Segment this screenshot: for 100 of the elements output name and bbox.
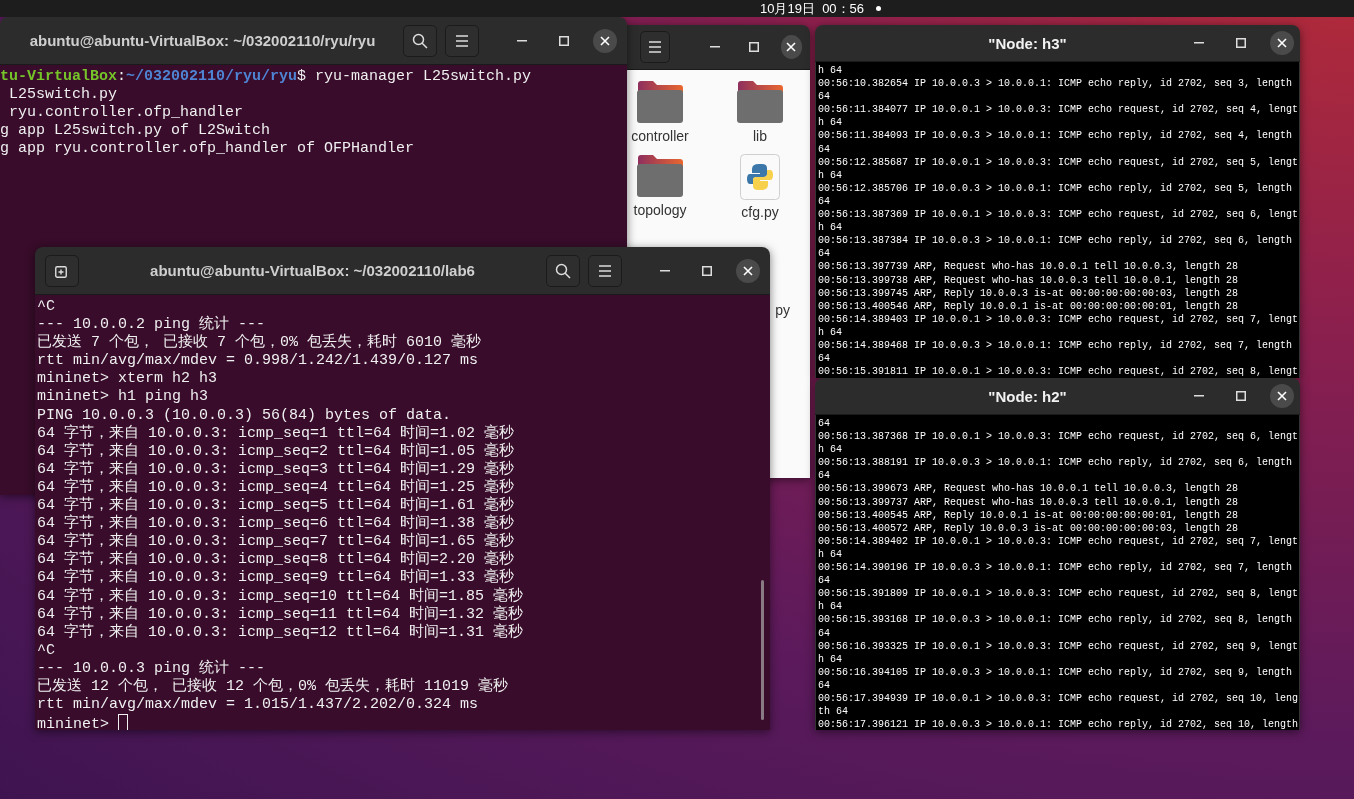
search-icon [555,262,571,279]
terminal-line: h 64 [818,600,842,614]
terminal-line: --- 10.0.0.2 ping 统计 --- [37,316,266,334]
terminal-line: 00:56:13.399737 ARP, Request who-has 10.0.0.3 tell 10.0.0.1, length 28 [818,495,1239,509]
terminal-line: 64 字节，来自 10.0.0.3: icmp_seq=4 ttl=64 时间=1.25 毫秒 [37,478,515,496]
menu-button[interactable] [445,24,479,57]
terminal-line: 00:56:13.399738 ARP, Request who-has 10.0.0.3 tell 10.0.0.1, length 28 [818,273,1239,287]
terminal-line: 00:56:12.385706 IP 10.0.0.3 > 10.0.0.1: ICMP echo reply, id 2702, seq 5, length [818,181,1293,195]
terminal-line: 64 字节，来自 10.0.0.3: icmp_seq=1 ttl=64 时间=1.02 毫秒 [37,424,515,442]
close-icon [743,265,753,276]
search-button[interactable] [546,254,580,287]
terminal-line: 64 [818,469,830,483]
terminal-line: 64 字节，来自 10.0.0.3: icmp_seq=6 ttl=64 时间=1.38 毫秒 [37,515,515,533]
terminal-line: L25switch.py [8,86,118,105]
terminal-line: h 64 [818,325,842,339]
file-name[interactable]: lib [753,128,767,144]
terminal-line: 00:56:13.399745 ARP, Reply 10.0.0.3 is-at 00:00:00:00:00:03, length 28 [818,286,1239,300]
terminal-line: h 64 [818,64,842,78]
window-title: "Node: h3" [987,34,1068,52]
terminal-line: 00:56:17.396121 IP 10.0.0.3 > 10.0.0.1: ICMP echo reply, id 2702, seq 10, length [818,718,1299,730]
close-button[interactable] [780,35,802,59]
terminal-line: 64 字节，来自 10.0.0.3: icmp_seq=8 ttl=64 时间=2.20 毫秒 [37,551,515,569]
new-tab-button[interactable] [45,254,79,287]
file-name[interactable]: controller [631,128,689,144]
minimize-icon [1194,42,1204,44]
terminal-line: 00:56:11.384077 IP 10.0.0.1 > 10.0.0.3: ICMP echo request, id 2702, seq 4, lengt [818,103,1299,117]
terminal-line: 64 [818,90,830,104]
menu-button[interactable] [639,31,671,63]
terminal-line: 64 字节，来自 10.0.0.3: icmp_seq=5 ttl=64 时间=1.61 毫秒 [37,497,515,515]
terminal-line: 00:56:10.382654 IP 10.0.0.3 > 10.0.0.1: ICMP echo reply, id 2702, seq 3, length [818,77,1293,91]
menu-button[interactable] [588,254,622,287]
terminal-line: ^C [37,298,55,317]
close-icon [1277,391,1287,401]
terminal-line: 00:56:15.391809 IP 10.0.0.1 > 10.0.0.3: ICMP echo request, id 2702, seq 8, lengt [818,587,1299,601]
terminal-line: h 64 [818,547,842,562]
close-button[interactable] [736,258,760,283]
terminal-line: 已发送 7 个包， 已接收 7 个包，0% 包丢失，耗时 6010 毫秒 [37,334,482,353]
minimize-icon [1194,395,1204,397]
close-icon [786,42,797,52]
terminal-line: g app L25switch.py of L2Switch [0,122,271,141]
window-title: "Node: h2" [987,387,1068,405]
menu-icon [648,41,662,53]
terminal-line: th 64 [818,705,848,719]
close-button[interactable] [1270,31,1294,55]
file-name[interactable]: topology [633,202,687,218]
terminal-line: 64 字节，来自 10.0.0.3: icmp_seq=3 ttl=64 时间=1.29 毫秒 [37,460,515,478]
minimize-icon [660,269,670,272]
terminal-line: h 64 [818,652,842,666]
maximize-icon [748,42,759,52]
file-name[interactable]: py [775,302,790,318]
terminal-line: 64 字节，来自 10.0.0.3: icmp_seq=12 ttl=64 时间=1.31 毫秒 [37,623,524,642]
terminal-line: 00:56:13.387384 IP 10.0.0.3 > 10.0.0.1: ICMP echo reply, id 2702, seq 6, length [818,234,1293,248]
terminal-line: h 64 [818,116,842,130]
minimize-icon [517,39,527,42]
terminal-line: 64 [818,678,830,692]
terminal-line: 64 [818,352,830,366]
terminal-line: 00:56:13.387368 IP 10.0.0.1 > 10.0.0.3: ICMP echo request, id 2702, seq 6, lengt [818,430,1299,444]
maximize-icon [559,35,569,46]
file-name[interactable]: cfg.py [741,204,779,220]
terminal-line: 00:56:17.394939 IP 10.0.0.1 > 10.0.0.3: ICMP echo request, id 2702, seq 10, leng [818,691,1299,706]
search-icon [412,32,428,49]
terminal-line: ^C [37,641,55,660]
clock[interactable]: 10月19日 00：56 [760,0,865,17]
scrollbar[interactable] [761,580,764,720]
terminal-line: --- 10.0.0.3 ping 统计 --- [37,659,266,677]
terminal-line: 已发送 12 个包， 已接收 12 个包，0% 包丢失，耗时 11019 毫秒 [37,677,509,697]
terminal-line: 00:56:14.389403 IP 10.0.0.1 > 10.0.0.3: ICMP echo request, id 2702, seq 7, lengt [818,312,1299,326]
maximize-icon [1236,38,1246,48]
close-icon [600,35,610,46]
terminal-line: 00:56:15.391811 IP 10.0.0.1 > 10.0.0.3: ICMP echo request, id 2702, seq 8, lengt [818,365,1299,378]
terminal-line: 00:56:16.393325 IP 10.0.0.1 > 10.0.0.3: ICMP echo request, id 2702, seq 9, lengt [818,639,1299,653]
menu-icon [598,264,612,277]
terminal-line: 64 [818,194,830,209]
terminal-line: 00:56:15.393168 IP 10.0.0.3 > 10.0.0.1: ICMP echo reply, id 2702, seq 8, length [818,613,1293,627]
status-dot-icon [876,6,882,11]
terminal-line: mininet> [37,714,128,730]
terminal-line: 00:56:13.388191 IP 10.0.0.3 > 10.0.0.1: ICMP echo reply, id 2702, seq 6, length [818,456,1293,470]
terminal-line: 00:56:14.389468 IP 10.0.0.3 > 10.0.0.1: ICMP echo reply, id 2702, seq 7, length [818,338,1293,353]
terminal-line: 64 字节，来自 10.0.0.3: icmp_seq=9 ttl=64 时间=1.33 毫秒 [37,569,515,587]
terminal-line: 00:56:14.389402 IP 10.0.0.1 > 10.0.0.3: ICMP echo request, id 2702, seq 7, lengt [818,534,1299,548]
folder-icon [636,80,684,124]
terminal-line: ryu.controller.ofp_handler [8,104,244,123]
terminal-line: h 64 [818,168,842,182]
terminal-line: h 64 [818,221,842,235]
maximize-icon [702,265,712,276]
search-button[interactable] [403,24,437,57]
terminal-line: 64 字节，来自 10.0.0.3: icmp_seq=7 ttl=64 时间=1.65 毫秒 [37,533,515,551]
terminal-line: 64 [818,626,830,640]
terminal-line: tu-VirtualBox:~/032002110/ryu/ryu$ ryu-manager L25switch.py [0,68,532,87]
close-button[interactable] [593,28,617,53]
folder-icon [736,80,784,124]
close-button[interactable] [1270,384,1294,408]
terminal-line: mininet> xterm h2 h3 [37,370,218,389]
window-title: abuntu@abuntu-VirtualBox: ~/032002110/ryu/ryu [28,32,377,49]
terminal-line: 00:56:12.385687 IP 10.0.0.1 > 10.0.0.3: ICMP echo request, id 2702, seq 5, lengt [818,155,1299,169]
menu-icon [455,34,469,47]
terminal-line: 00:56:14.390196 IP 10.0.0.3 > 10.0.0.1: ICMP echo reply, id 2702, seq 7, length [818,561,1293,575]
terminal-line: 00:56:16.394105 IP 10.0.0.3 > 10.0.0.1: ICMP echo reply, id 2702, seq 9, length [818,665,1293,679]
terminal-line: 64 字节，来自 10.0.0.3: icmp_seq=11 ttl=64 时间=1.32 毫秒 [37,605,524,623]
terminal-line: 00:56:13.397739 ARP, Request who-has 10.0.0.1 tell 10.0.0.3, length 28 [818,260,1239,274]
